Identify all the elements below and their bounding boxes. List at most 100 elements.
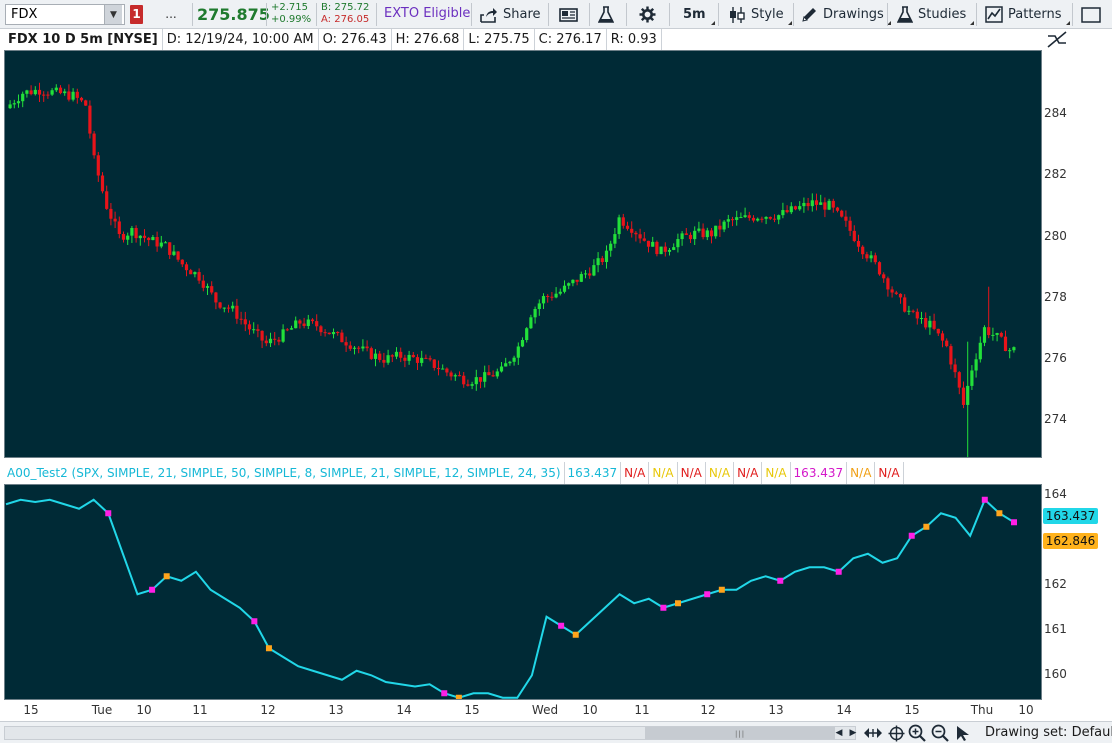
candle-body	[869, 255, 873, 259]
candle-body	[449, 372, 453, 377]
alert-badge[interactable]: 1	[130, 5, 143, 24]
candle-body	[29, 90, 33, 95]
candle-body	[642, 238, 646, 241]
candle-body	[382, 359, 386, 363]
candle-body	[1003, 336, 1008, 352]
price-chart-svg	[8, 82, 1016, 457]
chart-scrollbar[interactable]: |||	[4, 726, 856, 740]
candle-body	[92, 133, 96, 156]
candle-body	[147, 237, 151, 241]
symbol-input[interactable]	[6, 5, 104, 24]
candle-body	[369, 348, 373, 359]
candle-body	[54, 87, 58, 91]
candle-body	[323, 332, 327, 334]
candle-body	[638, 234, 642, 239]
bid-ask: B: 275.72 A: 276.05	[321, 2, 369, 26]
study-name[interactable]: A00_Test2 (SPX, SIMPLE, 21, SIMPLE, 50, …	[4, 462, 565, 484]
bid-price: B: 275.72	[321, 2, 370, 13]
candle-body	[621, 217, 625, 226]
candle-body	[751, 217, 756, 221]
signal-marker	[558, 622, 565, 629]
candle-body	[667, 249, 672, 252]
candle-body	[785, 210, 789, 213]
timeframe-button[interactable]: 5m	[683, 3, 715, 26]
signal-marker	[265, 645, 272, 652]
expand-button[interactable]	[1081, 3, 1101, 26]
scroll-left-button[interactable]: ◀	[833, 724, 845, 742]
change-percent: +0.99%	[271, 14, 312, 25]
candle-body	[663, 246, 667, 252]
bar-date: D: 12/19/24, 10:00 AM	[163, 29, 319, 50]
price-chart-pane[interactable]	[4, 50, 1042, 457]
patterns-label: Patterns	[1008, 7, 1062, 22]
crosshair-button[interactable]	[886, 724, 906, 742]
study-axis-tick: 160	[1044, 667, 1067, 682]
candle-body	[508, 361, 512, 364]
candle-body	[571, 279, 575, 284]
candle-body	[243, 319, 247, 325]
candle-body	[625, 225, 630, 229]
candle-body	[924, 318, 928, 328]
zoom-in-button[interactable]	[907, 724, 927, 742]
candle-body	[58, 87, 63, 94]
candle-body	[495, 371, 499, 377]
candle-body	[231, 305, 235, 309]
patterns-button[interactable]: Patterns	[985, 3, 1070, 26]
cursor-button[interactable]	[954, 724, 972, 742]
study-chart-pane[interactable]	[4, 484, 1042, 700]
candle-body	[214, 292, 218, 303]
symbol-dropdown-button[interactable]: ▼	[104, 5, 122, 24]
drawing-set-selector[interactable]: Drawing set: Default	[985, 724, 1112, 742]
candle-body	[802, 202, 806, 207]
chart-tools-button[interactable]	[1046, 30, 1068, 49]
candle-body	[348, 345, 352, 349]
candle-body	[747, 215, 751, 218]
pan-button[interactable]	[862, 724, 884, 742]
candle-body	[764, 216, 768, 219]
time-axis-tick: 11	[634, 703, 650, 717]
candle-body	[575, 279, 579, 282]
zoom-out-button[interactable]	[930, 724, 950, 742]
drawings-button[interactable]: Drawings	[801, 3, 891, 26]
bar-range: R: 0.93	[607, 29, 662, 50]
candle-body	[84, 100, 88, 106]
share-icon	[480, 7, 497, 23]
flask-button[interactable]	[598, 3, 614, 26]
candle-body	[390, 355, 394, 357]
candle-body	[722, 221, 726, 230]
toolbar-divider	[718, 3, 719, 26]
study-last-value-tag: 163.437	[1043, 508, 1098, 524]
time-axis: 15 Tue 10 11 12 13 14 15 Wed 10 11 12 13 14 15 Thu 10	[4, 700, 1042, 721]
candle-body	[928, 320, 932, 328]
style-button[interactable]: Style	[728, 3, 792, 26]
price-axis-tick: 280	[1044, 228, 1067, 243]
scroll-right-button[interactable]: ▶	[847, 724, 859, 742]
share-button[interactable]: Share	[480, 3, 541, 26]
style-label: Style	[751, 7, 784, 22]
candle-body	[726, 219, 730, 222]
bar-high: H: 276.68	[392, 29, 465, 50]
scrollbar-thumb[interactable]: |||	[645, 727, 835, 739]
candle-body	[319, 326, 323, 333]
candle-body	[953, 364, 957, 373]
study-value-8: 163.437	[791, 462, 848, 484]
toolbar-divider	[548, 3, 549, 26]
chart-title: FDX 10 D 5m [NYSE]	[4, 29, 163, 50]
settings-button[interactable]	[639, 3, 656, 26]
candle-body	[705, 230, 709, 238]
exto-eligible-link[interactable]: EXTO Eligible	[384, 4, 470, 24]
studies-button[interactable]: Studies	[897, 3, 975, 26]
toolbar-divider	[316, 3, 317, 26]
more-button[interactable]: ...	[154, 4, 188, 24]
candle-body	[781, 210, 785, 216]
candle-body	[1008, 350, 1012, 352]
candle-body	[130, 228, 134, 236]
symbol-selector[interactable]: ▼	[5, 4, 125, 25]
toolbar-divider	[589, 3, 590, 26]
candle-body	[932, 320, 936, 329]
signal-marker	[1011, 519, 1017, 526]
grid-layout-button[interactable]	[559, 3, 579, 26]
candle-body	[105, 191, 109, 209]
caret-icon	[710, 21, 715, 25]
candle-body	[987, 327, 991, 336]
